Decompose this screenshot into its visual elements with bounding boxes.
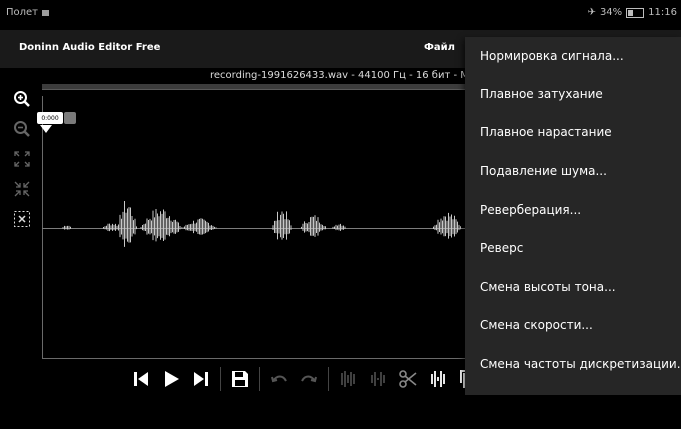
undo-icon[interactable]	[266, 366, 292, 392]
toolbar-divider	[328, 367, 329, 391]
menu-item-normalize[interactable]: Нормировка сигнала...	[480, 49, 624, 63]
toolbar-divider	[220, 367, 221, 391]
zoom-out-icon[interactable]	[11, 118, 33, 140]
menu-item-noise-reduction[interactable]: Подавление шума...	[480, 164, 607, 178]
flight-mode-label: Полет	[6, 7, 39, 18]
silence-icon[interactable]	[365, 366, 391, 392]
effects-menu: Нормировка сигнала... Плавное затухание …	[465, 37, 681, 395]
airplane-icon: ✈	[587, 7, 596, 18]
file-menu-button[interactable]: Файл	[424, 42, 455, 53]
skip-end-icon[interactable]	[188, 366, 214, 392]
zoom-in-icon[interactable]	[11, 88, 33, 110]
skip-start-icon[interactable]	[128, 366, 154, 392]
split-icon[interactable]	[425, 366, 451, 392]
battery-percent: 34%	[599, 7, 623, 18]
cursor-handle[interactable]	[64, 112, 76, 124]
bottom-toolbar	[126, 364, 483, 394]
menu-item-pitch-change[interactable]: Смена высоты тона...	[480, 280, 616, 294]
app-title: Doninn Audio Editor Free	[19, 42, 161, 53]
cut-icon[interactable]	[395, 366, 421, 392]
collapse-icon[interactable]	[11, 178, 33, 200]
redo-icon[interactable]	[296, 366, 322, 392]
battery-icon	[626, 7, 645, 18]
menu-item-reverse[interactable]: Реверс	[480, 241, 523, 255]
save-icon[interactable]	[227, 366, 253, 392]
trim-icon[interactable]	[335, 366, 361, 392]
cursor-time-label[interactable]: 0:000	[37, 112, 63, 124]
menu-item-resample[interactable]: Смена частоты дискретизации...	[480, 357, 681, 371]
playhead-marker[interactable]	[40, 125, 52, 133]
file-info: recording-1991626433.wav - 44100 Гц - 16…	[210, 70, 475, 81]
menu-item-fade-in[interactable]: Плавное нарастание	[480, 125, 612, 139]
timeline-ruler[interactable]	[42, 84, 472, 90]
menu-item-reverb[interactable]: Реверберация...	[480, 203, 581, 217]
clock: 11:16	[648, 7, 677, 18]
menu-item-speed-change[interactable]: Смена скорости...	[480, 318, 593, 332]
menu-item-fade-out[interactable]: Плавное затухание	[480, 87, 603, 101]
notification-icon	[42, 9, 50, 16]
toolbar-divider	[259, 367, 260, 391]
status-bar: Полет ✈ 34% 11:16	[0, 0, 681, 26]
select-all-icon[interactable]	[11, 208, 33, 230]
expand-icon[interactable]	[11, 148, 33, 170]
waveform	[62, 201, 461, 247]
play-icon[interactable]	[158, 366, 184, 392]
